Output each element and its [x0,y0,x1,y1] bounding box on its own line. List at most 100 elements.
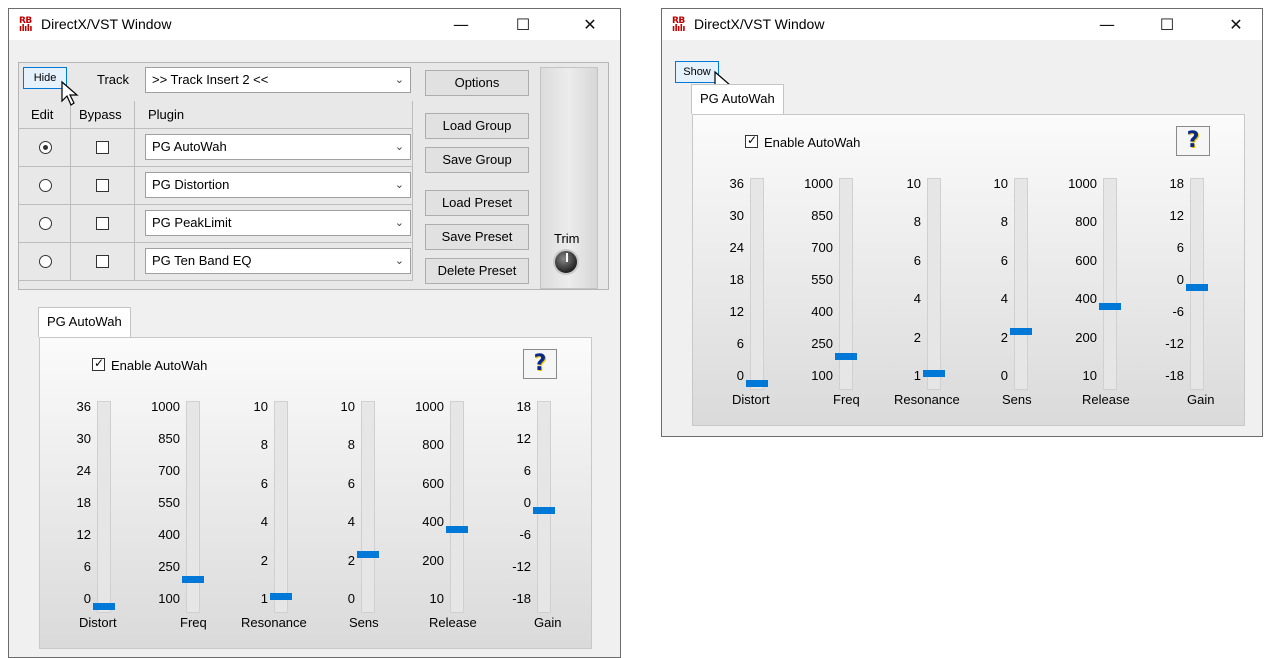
slider-track-distort[interactable] [97,401,111,613]
edit-radio-2[interactable] [39,179,52,192]
slider-tick-label: 18 [76,495,91,510]
title-bar[interactable]: RB ılılı DirectX/VST Window — ☐ ✕ [9,9,620,40]
slider-tick-label: 6 [523,463,531,478]
slider-thumb-sens[interactable] [1010,328,1032,336]
load-group-button[interactable]: Load Group [425,113,529,139]
tab-pg-autowah[interactable]: PG AutoWah [38,307,131,337]
row-1-plugin-cell: PG AutoWah ⌄ [135,129,413,167]
plugin-select-3-value: PG PeakLimit [152,215,232,230]
row-4-bypass-cell [71,243,135,281]
maximize-button[interactable]: ☐ [1144,9,1190,40]
row-4-plugin-cell: PG Ten Band EQ ⌄ [135,243,413,281]
enable-autowah-label: Enable AutoWah [111,358,208,373]
slider-tick-label: 6 [83,559,91,574]
delete-preset-button[interactable]: Delete Preset [425,258,529,284]
slider-tick-label: 700 [158,463,180,478]
slider-tick-label: 4 [347,514,355,530]
row-3-edit-cell [19,205,71,243]
chevron-down-icon: ⌄ [394,217,404,229]
options-button[interactable]: Options [425,70,529,96]
slider-tick-label: 12 [516,431,531,446]
slider-tick-label: 24 [76,463,91,478]
row-2-edit-cell [19,167,71,205]
slider-label-resonance: Resonance [241,615,307,630]
slider-tick-label: 1 [913,368,921,383]
maximize-button[interactable]: ☐ [500,9,546,40]
enable-autowah-label: Enable AutoWah [764,135,861,150]
slider-thumb-gain[interactable] [1186,284,1208,291]
slider-thumb-gain[interactable] [533,507,555,514]
slider-thumb-freq[interactable] [835,353,857,361]
slider-track-release[interactable] [450,401,464,613]
save-group-button[interactable]: Save Group [425,147,529,173]
minimize-button[interactable]: — [1084,9,1130,40]
slider-tick-label: 18 [1169,176,1184,191]
slider-track-sens[interactable] [361,401,375,613]
track-select[interactable]: >> Track Insert 2 << ⌄ [145,67,411,93]
slider-tick-label: 10 [253,399,268,414]
slider-thumb-distort[interactable] [746,380,768,387]
plugin-select-4[interactable]: PG Ten Band EQ ⌄ [145,248,411,274]
load-preset-button[interactable]: Load Preset [425,190,529,216]
bypass-checkbox-4[interactable] [96,255,109,268]
slider-track-sens[interactable] [1014,178,1028,390]
show-button[interactable]: Show [675,61,719,83]
slider-thumb-freq[interactable] [182,576,204,584]
help-button[interactable]: ? [523,349,557,379]
slider-track-resonance[interactable] [927,178,941,390]
edit-radio-4[interactable] [39,255,52,268]
minimize-button[interactable]: — [438,9,484,40]
slider-tick-label: 400 [158,527,180,542]
title-bar[interactable]: RB ılılı DirectX/VST Window — ☐ ✕ [662,9,1262,40]
slider-tick-label: -18 [512,591,531,606]
help-button[interactable]: ? [1176,126,1210,156]
slider-label-gain: Gain [1187,392,1215,407]
slider-tick-label: 0 [523,495,531,510]
slider-tick-label: 1000 [1068,176,1097,191]
edit-radio-1[interactable] [39,141,52,154]
slider-tick-label: 4 [913,291,921,307]
plugin-select-3[interactable]: PG PeakLimit ⌄ [145,210,411,236]
slider-tick-label: 6 [913,252,921,268]
slider-tick-label: 800 [422,437,444,453]
bypass-checkbox-2[interactable] [96,179,109,192]
slider-thumb-resonance[interactable] [923,370,945,378]
edit-radio-3[interactable] [39,217,52,230]
slider-thumb-distort[interactable] [93,603,115,610]
plugin-select-2[interactable]: PG Distortion ⌄ [145,172,411,198]
slider-tick-label: 4 [260,514,268,530]
slider-tick-label: 8 [347,437,355,453]
slider-thumb-sens[interactable] [357,551,379,559]
save-preset-button[interactable]: Save Preset [425,224,529,250]
close-button[interactable]: ✕ [1213,9,1259,40]
slider-thumb-resonance[interactable] [270,593,292,601]
slider-track-release[interactable] [1103,178,1117,390]
slider-tick-label: 0 [1000,368,1008,383]
row-1-edit-cell [19,129,71,167]
trim-knob[interactable] [553,249,579,275]
slider-tick-label: 0 [347,591,355,606]
bypass-checkbox-3[interactable] [96,217,109,230]
slider-track-distort[interactable] [750,178,764,390]
slider-label-release: Release [1082,392,1130,407]
plugin-select-2-value: PG Distortion [152,177,230,192]
close-button[interactable]: ✕ [567,9,613,40]
slider-tick-label: 6 [736,336,744,351]
slider-track-resonance[interactable] [274,401,288,613]
bypass-checkbox-1[interactable] [96,141,109,154]
plugin-select-1[interactable]: PG AutoWah ⌄ [145,134,411,160]
slider-tick-label: -6 [1172,304,1184,319]
enable-autowah-checkbox[interactable]: ✓ [92,356,105,371]
slider-tick-label: 850 [158,431,180,446]
trim-label: Trim [554,231,580,246]
slider-tick-label: 1000 [151,399,180,414]
slider-thumb-release[interactable] [446,526,468,534]
slider-tick-label: 0 [736,368,744,383]
slider-tick-label: 2 [1000,329,1008,345]
slider-label-freq: Freq [833,392,860,407]
slider-tick-label: 250 [158,559,180,574]
slider-thumb-release[interactable] [1099,303,1121,311]
chevron-down-icon: ⌄ [394,141,404,153]
enable-autowah-checkbox[interactable]: ✓ [745,133,758,148]
tab-pg-autowah[interactable]: PG AutoWah [691,84,784,114]
